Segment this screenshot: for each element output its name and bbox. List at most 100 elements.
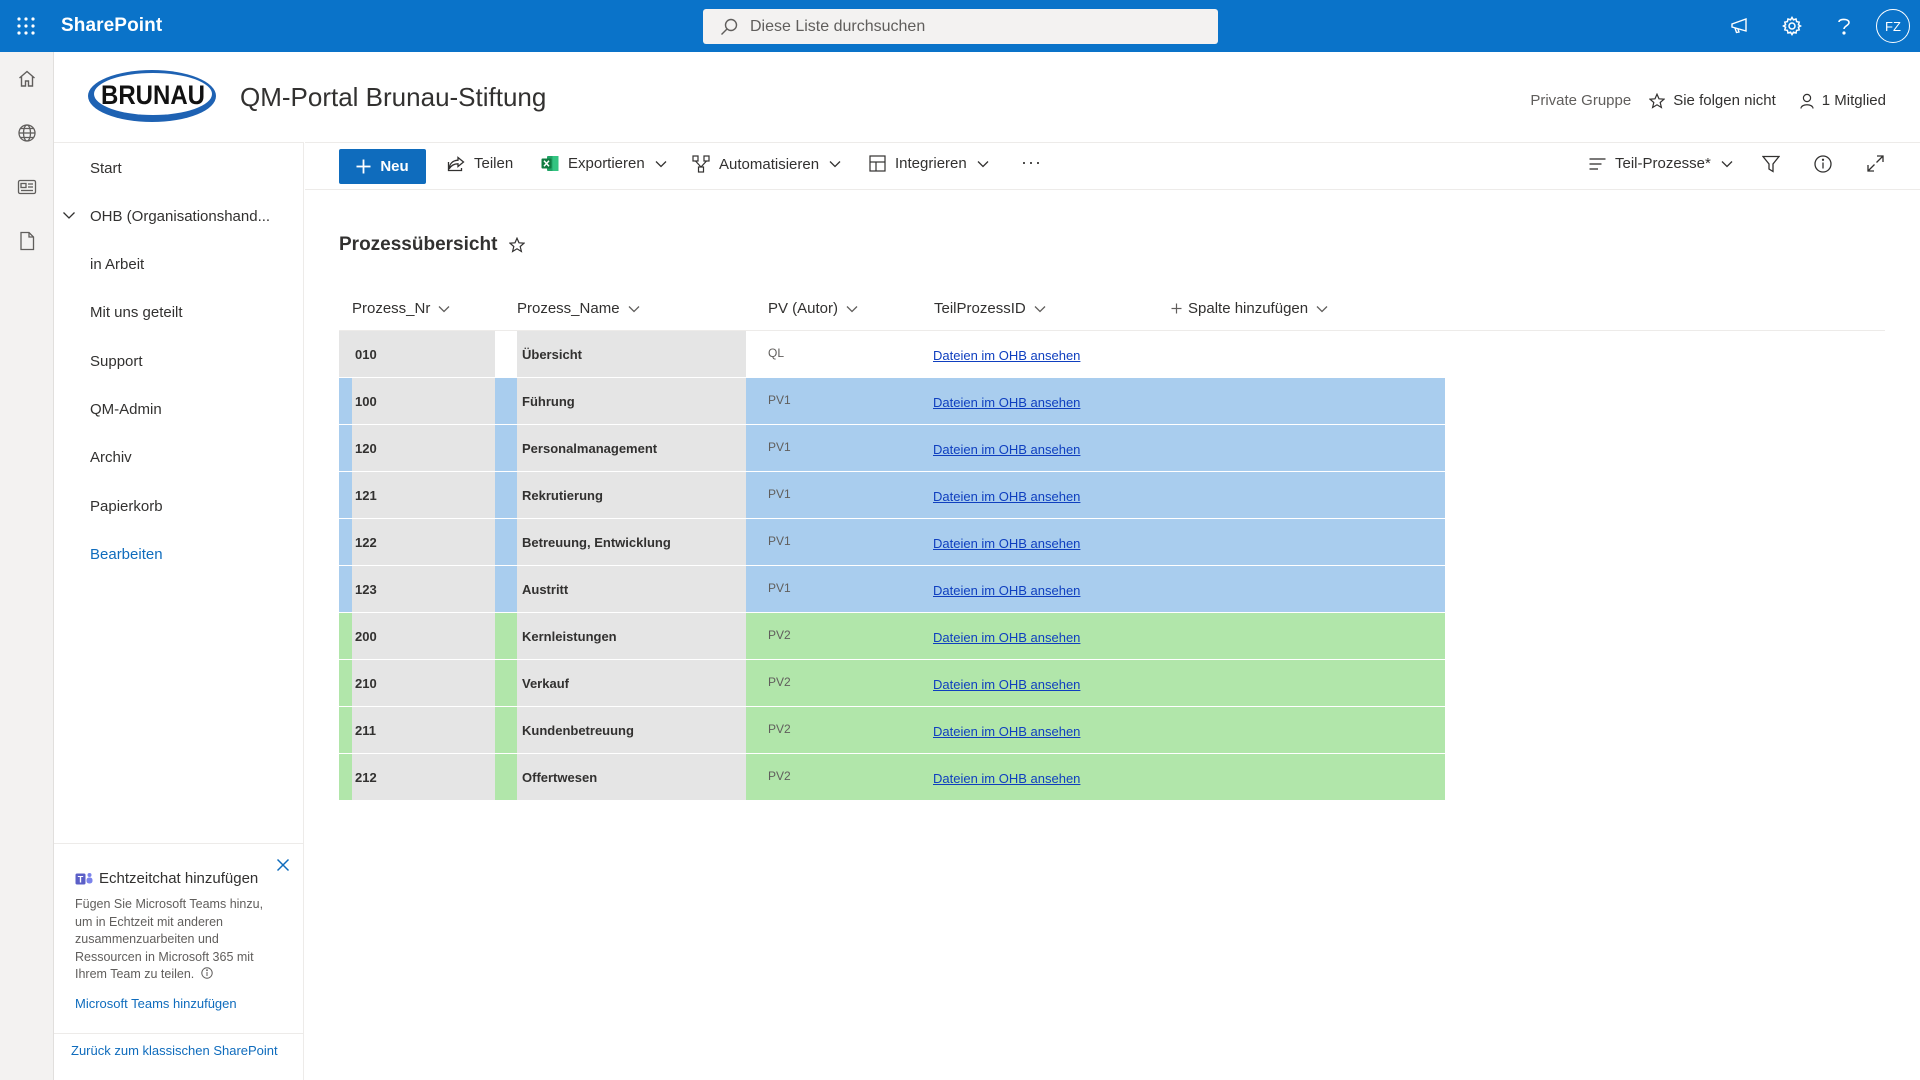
cell-prozess-name: Kundenbetreuung: [495, 707, 746, 753]
share-button[interactable]: Teilen: [447, 155, 513, 172]
teams-card-text: Fügen Sie Microsoft Teams hinzu, um in E…: [75, 897, 264, 981]
column-header-label: TeilProzessID: [934, 300, 1026, 317]
ohb-files-link[interactable]: Dateien im OHB ansehen: [933, 771, 1080, 786]
table-row[interactable]: 212 Offertwesen PV2 Dateien im OHB ansehen: [339, 754, 1445, 801]
automate-label: Automatisieren: [719, 155, 820, 173]
automate-icon: [692, 155, 710, 173]
site-logo[interactable]: BRUNAU: [87, 67, 218, 124]
cell-pv-row: PV1 Dateien im OHB ansehen: [746, 378, 1445, 424]
info-pane-button[interactable]: [1814, 155, 1832, 173]
nav-item-support[interactable]: Support: [54, 341, 304, 381]
table-row[interactable]: 123 Austritt PV1 Dateien im OHB ansehen: [339, 566, 1445, 613]
ohb-files-link[interactable]: Dateien im OHB ansehen: [933, 395, 1080, 410]
cell-prozess-name: Führung: [495, 378, 746, 424]
search-box[interactable]: Diese Liste durchsuchen: [703, 9, 1218, 44]
column-header-pv-autor[interactable]: PV (Autor): [768, 300, 858, 317]
export-label: Exportieren: [568, 155, 645, 172]
star-icon[interactable]: [509, 237, 526, 253]
avatar[interactable]: FZ: [1876, 9, 1910, 43]
table-row[interactable]: 010 Übersicht QL Dateien im OHB ansehen: [339, 331, 1445, 378]
automate-button[interactable]: Automatisieren: [692, 155, 841, 173]
table-row[interactable]: 121 Rekrutierung PV1 Dateien im OHB ansehen: [339, 472, 1445, 519]
info-icon[interactable]: [201, 967, 213, 979]
column-header-teilprozessid[interactable]: TeilProzessID: [934, 300, 1046, 317]
close-icon[interactable]: [276, 858, 290, 872]
cell-prozess-name: Übersicht: [495, 331, 746, 377]
ohb-files-link[interactable]: Dateien im OHB ansehen: [933, 630, 1080, 645]
row-accent-bar: [495, 754, 517, 800]
nav-edit-link[interactable]: Bearbeiten: [54, 534, 304, 574]
nav-item-label: Bearbeiten: [90, 545, 163, 563]
ohb-files-link[interactable]: Dateien im OHB ansehen: [933, 583, 1080, 598]
add-teams-link[interactable]: Microsoft Teams hinzufügen: [75, 996, 237, 1011]
table-row[interactable]: 200 Kernleistungen PV2 Dateien im OHB anseh…: [339, 613, 1445, 660]
nav-item-archiv[interactable]: Archiv: [54, 437, 304, 477]
table-row[interactable]: 210 Verkauf PV2 Dateien im OHB ansehen: [339, 660, 1445, 707]
cell-prozess-nr: 210: [339, 660, 495, 706]
table-row[interactable]: 122 Betreuung, Entwicklung PV1 Dateien im O…: [339, 519, 1445, 566]
column-header-prozess-nr[interactable]: Prozess_Nr: [352, 300, 450, 317]
prozess-nr-value: 120: [355, 441, 377, 456]
filter-button[interactable]: [1762, 155, 1780, 173]
chevron-down-icon[interactable]: [62, 210, 76, 220]
classic-sharepoint-link[interactable]: Zurück zum klassischen SharePoint: [71, 1043, 278, 1058]
nav-item-mit-uns-geteilt[interactable]: Mit uns geteilt: [54, 292, 304, 332]
app-launcher-button[interactable]: [0, 0, 52, 52]
row-accent-bar: [339, 519, 352, 565]
rail-home-button[interactable]: [0, 52, 54, 106]
rail-news-button[interactable]: [0, 160, 54, 214]
search-input[interactable]: Diese Liste durchsuchen: [750, 18, 925, 36]
cell-pv-row: PV1 Dateien im OHB ansehen: [746, 519, 1445, 565]
rail-files-button[interactable]: [0, 214, 54, 268]
nav-item-qm-admin[interactable]: QM-Admin: [54, 389, 304, 429]
pv-autor-value: PV1: [768, 393, 791, 407]
help-icon: [1838, 18, 1850, 35]
nav-item-label: Support: [90, 352, 143, 370]
table-row[interactable]: 100 Führung PV1 Dateien im OHB ansehen: [339, 378, 1445, 425]
nav-item-in-arbeit[interactable]: in Arbeit: [54, 244, 304, 284]
expand-icon: [1867, 155, 1884, 172]
follow-button[interactable]: Sie folgen nicht: [1649, 92, 1776, 109]
chevron-down-icon: [438, 305, 450, 312]
settings-button[interactable]: [1766, 0, 1818, 52]
cell-pv-row: PV1 Dateien im OHB ansehen: [746, 472, 1445, 518]
view-switcher[interactable]: Teil-Prozesse*: [1589, 155, 1733, 172]
cell-prozess-name: Offertwesen: [495, 754, 746, 800]
teams-icon: T: [75, 872, 93, 884]
ohb-files-link[interactable]: Dateien im OHB ansehen: [933, 348, 1080, 363]
integrate-button[interactable]: Integrieren: [869, 155, 989, 172]
nav-item-label: Papierkorb: [90, 497, 163, 515]
ohb-files-link[interactable]: Dateien im OHB ansehen: [933, 489, 1080, 504]
chevron-down-icon: [628, 305, 640, 312]
cell-pv-row: PV2 Dateien im OHB ansehen: [746, 707, 1445, 753]
nav-item-start[interactable]: Start: [54, 148, 304, 188]
new-button-label: Neu: [380, 158, 409, 175]
feedback-button[interactable]: [1714, 0, 1766, 52]
table-row[interactable]: 211 Kundenbetreuung PV2 Dateien im OHB anse…: [339, 707, 1445, 754]
members-button[interactable]: 1 Mitglied: [1800, 92, 1886, 109]
fullscreen-button[interactable]: [1867, 155, 1884, 172]
ohb-files-link[interactable]: Dateien im OHB ansehen: [933, 536, 1080, 551]
suite-bar: SharePoint Diese Liste durchsuchen FZ: [0, 0, 1920, 52]
prozess-nr-value: 121: [355, 488, 377, 503]
nav-item-ohb[interactable]: OHB (Organisationshand...: [54, 196, 304, 236]
nav-item-papierkorb[interactable]: Papierkorb: [54, 486, 304, 526]
more-button[interactable]: ···: [1021, 152, 1042, 173]
ohb-files-link[interactable]: Dateien im OHB ansehen: [933, 442, 1080, 457]
export-button[interactable]: Exportieren: [541, 155, 667, 172]
column-header-prozess-name[interactable]: Prozess_Name: [517, 300, 640, 317]
add-column-button[interactable]: Spalte hinzufügen: [1171, 300, 1328, 317]
table-row[interactable]: 120 Personalmanagement PV1 Dateien im OHB a…: [339, 425, 1445, 472]
row-accent-bar: [339, 613, 352, 659]
prozess-name-value: Betreuung, Entwicklung: [522, 535, 671, 550]
rail-sites-button[interactable]: [0, 106, 54, 160]
site-title[interactable]: QM-Portal Brunau-Stiftung: [240, 82, 546, 113]
sharepoint-brand-link[interactable]: SharePoint: [61, 15, 162, 37]
new-button[interactable]: Neu: [339, 149, 426, 184]
ohb-files-link[interactable]: Dateien im OHB ansehen: [933, 724, 1080, 739]
prozess-nr-value: 212: [355, 770, 377, 785]
help-button[interactable]: [1818, 0, 1870, 52]
nav-item-label: Start: [90, 159, 122, 177]
ohb-files-link[interactable]: Dateien im OHB ansehen: [933, 677, 1080, 692]
plus-icon: [1171, 303, 1182, 314]
